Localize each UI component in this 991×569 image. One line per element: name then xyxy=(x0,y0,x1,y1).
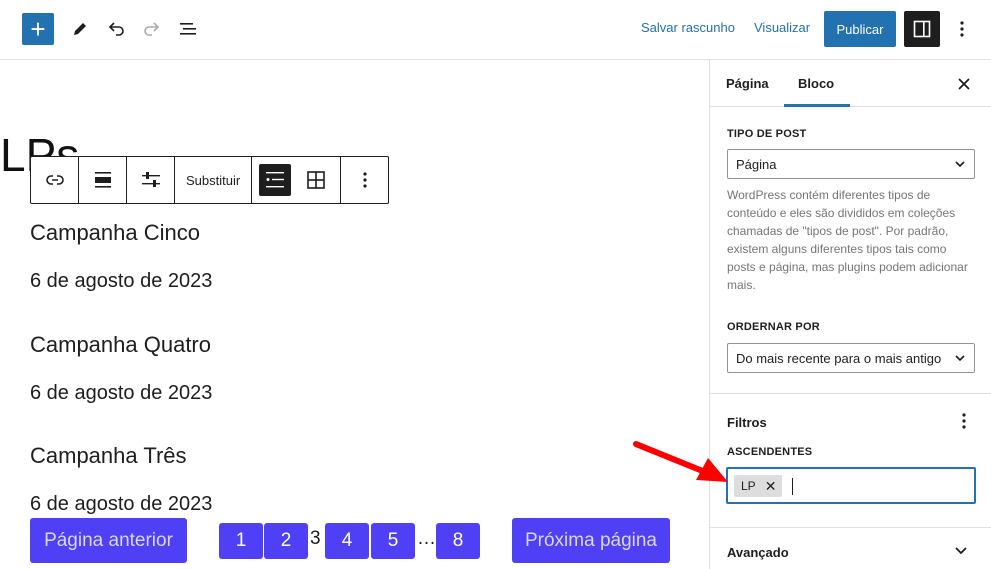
active-tab-indicator xyxy=(784,104,850,107)
pagination-ellipsis: … xyxy=(417,528,436,549)
current-page-number: 3 xyxy=(310,528,321,549)
post-type-label: TIPO DE POST xyxy=(727,128,807,140)
post-title[interactable]: Campanha Cinco xyxy=(30,220,200,246)
display-settings-icon[interactable] xyxy=(127,157,174,203)
tab-page[interactable]: Página xyxy=(726,76,769,91)
order-label: ORDERNAR POR xyxy=(727,321,820,333)
parents-label: ASCENDENTES xyxy=(727,446,813,458)
order-select[interactable]: Do mais recente para o mais antigo xyxy=(727,343,975,373)
editor-canvas: LPs Substituir Campanha Cinco 6 de agost… xyxy=(0,60,709,569)
preview-button[interactable]: Visualizar xyxy=(754,20,810,35)
post-title[interactable]: Campanha Três xyxy=(30,443,187,469)
save-draft-button[interactable]: Salvar rascunho xyxy=(641,20,735,35)
add-block-button[interactable]: + xyxy=(22,13,54,45)
chevron-down-icon[interactable] xyxy=(954,544,968,558)
query-loop-link-icon[interactable] xyxy=(31,157,78,203)
tools-pencil-icon[interactable] xyxy=(64,13,96,45)
next-page-button[interactable]: Próxima página xyxy=(512,518,670,563)
token-label: LP xyxy=(741,479,756,493)
chevron-down-icon xyxy=(955,355,965,362)
post-type-select[interactable]: Página xyxy=(727,149,975,179)
post-type-help: WordPress contém diferentes tipos de con… xyxy=(727,188,968,292)
settings-sidebar: Página Bloco TIPO DE POST Página WordPre… xyxy=(709,60,991,569)
block-options-icon[interactable] xyxy=(341,157,388,203)
list-view-icon[interactable] xyxy=(259,164,292,196)
editor-header: + Salvar rascunho Visualizar Publicar xyxy=(0,0,991,60)
post-type-value: Página xyxy=(736,156,777,172)
redo-icon[interactable] xyxy=(136,13,168,45)
post-date: 6 de agosto de 2023 xyxy=(30,382,213,404)
annotation-arrow-icon xyxy=(633,441,728,482)
sidebar-tabs: Página Bloco xyxy=(710,60,991,107)
filters-heading: Filtros xyxy=(727,415,767,430)
post-title[interactable]: Campanha Quatro xyxy=(30,332,211,358)
block-toolbar: Substituir xyxy=(30,156,390,204)
align-icon[interactable] xyxy=(79,157,126,203)
page-number-button[interactable]: 4 xyxy=(325,523,369,559)
replace-button[interactable]: Substituir xyxy=(175,157,251,203)
page-number-button[interactable]: 5 xyxy=(371,523,415,559)
close-icon[interactable] xyxy=(954,74,974,94)
previous-page-button[interactable]: Página anterior xyxy=(30,518,187,563)
page-number-button[interactable]: 1 xyxy=(219,523,263,559)
page-number-button[interactable]: 8 xyxy=(436,523,480,559)
remove-token-icon[interactable]: ✕ xyxy=(765,478,777,495)
page-number-button[interactable]: 2 xyxy=(264,523,308,559)
parents-token-field[interactable]: LP ✕ xyxy=(726,467,976,504)
divider xyxy=(710,527,991,528)
more-options-icon[interactable] xyxy=(948,13,976,45)
document-overview-icon[interactable] xyxy=(172,13,204,45)
grid-view-icon[interactable] xyxy=(298,157,334,203)
post-date: 6 de agosto de 2023 xyxy=(30,493,213,515)
tab-block[interactable]: Bloco xyxy=(798,76,834,91)
parent-token: LP ✕ xyxy=(734,475,783,497)
filters-options-icon[interactable] xyxy=(954,411,974,431)
post-date: 6 de agosto de 2023 xyxy=(30,270,213,292)
advanced-heading[interactable]: Avançado xyxy=(727,545,789,560)
divider xyxy=(710,393,991,394)
chevron-down-icon xyxy=(955,161,965,168)
undo-icon[interactable] xyxy=(100,13,132,45)
publish-button[interactable]: Publicar xyxy=(824,11,896,47)
settings-sidebar-icon[interactable] xyxy=(904,11,940,47)
text-caret xyxy=(792,478,793,495)
order-value: Do mais recente para o mais antigo xyxy=(736,350,942,366)
